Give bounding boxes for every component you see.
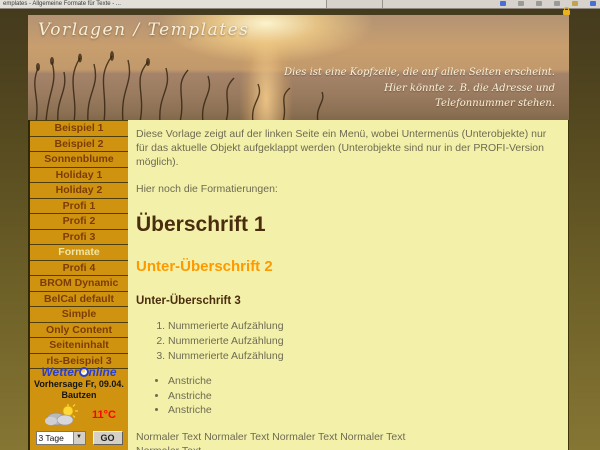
site-title: Vorlagen / Templates	[38, 20, 249, 40]
select-value: 3 Tage	[37, 432, 73, 444]
browser-separator	[382, 0, 383, 8]
browser-toolbar-icons	[500, 1, 596, 6]
go-button[interactable]: GO	[93, 431, 123, 445]
print-icon[interactable]	[536, 1, 542, 6]
list-item: Nummerierte Aufzählung	[168, 320, 556, 334]
weather-widget: Wetter nline Vorhersage Fr, 09.04. Bautze…	[30, 366, 128, 445]
favorites-icon[interactable]	[500, 1, 506, 6]
header-note: Dies ist eine Kopfzeile, die auf allen S…	[284, 65, 555, 112]
padlock-icon	[563, 10, 570, 15]
header-note-line: Hier könnte z. B. die Adresse und	[284, 81, 555, 97]
sidebar-item-holiday-1[interactable]: Holiday 1	[30, 167, 128, 183]
sidebar-item-belcal-default[interactable]: BelCal default	[30, 291, 128, 307]
globe-icon	[79, 367, 89, 377]
numbered-list: Nummerierte Aufzählung Nummerierte Aufzä…	[136, 320, 556, 364]
sidebar-item-seiteninhalt[interactable]: Seiteninhalt	[30, 337, 128, 353]
normal-text-line: Normaler Text Normaler Text Normaler Tex…	[136, 431, 556, 445]
sidebar-item-holiday-2[interactable]: Holiday 2	[30, 182, 128, 198]
intro-paragraph: Diese Vorlage zeigt auf der linken Seite…	[136, 128, 556, 170]
heading-2: Unter-Überschrift 2	[136, 257, 556, 277]
normal-text-line: Normaler Text	[136, 445, 556, 450]
sidebar-item-profi-4[interactable]: Profi 4	[30, 260, 128, 276]
browser-tab[interactable]: emplates - Allgemeine Formate für Texte …	[0, 0, 327, 8]
sidebar-item-profi-2[interactable]: Profi 2	[30, 213, 128, 229]
sidebar-item-beispiel-1[interactable]: Beispiel 1	[30, 120, 128, 136]
temperature-value: 11°C	[92, 409, 116, 421]
main-content: Diese Vorlage zeigt auf der linken Seite…	[128, 120, 569, 450]
feed-icon[interactable]	[518, 1, 524, 6]
cloud-sun-icon	[42, 404, 80, 426]
tools-icon[interactable]	[572, 1, 578, 6]
forecast-range-select[interactable]: 3 Tage ▼	[36, 431, 86, 445]
sidebar-item-formate[interactable]: Formate	[30, 244, 128, 260]
website-page: Vorlagen / Templates Dies ist eine Kopfz…	[28, 15, 569, 450]
sidebar-menu: Beispiel 1 Beispiel 2 Sonnenblume Holida…	[30, 120, 128, 369]
formats-label: Hier noch die Formatierungen:	[136, 183, 556, 197]
header-note-line: Telefonnummer stehen.	[284, 96, 555, 112]
logo-text-wetter: Wetter	[41, 365, 78, 379]
sidebar: Beispiel 1 Beispiel 2 Sonnenblume Holida…	[28, 120, 128, 450]
chevron-down-icon[interactable]: ▼	[73, 432, 85, 444]
help-icon[interactable]	[590, 1, 596, 6]
sidebar-item-simple[interactable]: Simple	[30, 306, 128, 322]
header-note-line: Dies ist eine Kopfzeile, die auf allen S…	[284, 65, 555, 81]
heading-1: Überschrift 1	[136, 211, 556, 239]
forecast-date: Vorhersage Fr, 09.04.	[30, 379, 128, 391]
list-item: Anstriche	[168, 390, 556, 404]
wetteronline-logo[interactable]: Wetter nline	[30, 366, 128, 379]
sidebar-item-beispiel-2[interactable]: Beispiel 2	[30, 136, 128, 152]
page-icon[interactable]	[554, 1, 560, 6]
logo-text-online: nline	[89, 365, 117, 379]
sidebar-item-brom-dynamic[interactable]: BROM Dynamic	[30, 275, 128, 291]
list-item: Anstriche	[168, 404, 556, 418]
forecast-city: Bautzen	[30, 390, 128, 402]
list-item: Anstriche	[168, 375, 556, 389]
sidebar-item-sonnenblume[interactable]: Sonnenblume	[30, 151, 128, 167]
list-item: Nummerierte Aufzählung	[168, 335, 556, 349]
heading-3: Unter-Überschrift 3	[136, 294, 556, 309]
normal-text-paragraph: Normaler Text Normaler Text Normaler Tex…	[136, 431, 556, 450]
list-item: Nummerierte Aufzählung	[168, 350, 556, 364]
sidebar-item-only-content[interactable]: Only Content	[30, 322, 128, 338]
sidebar-item-profi-3[interactable]: Profi 3	[30, 229, 128, 245]
header-sunset-image: Vorlagen / Templates Dies ist eine Kopfz…	[28, 15, 569, 120]
sidebar-item-profi-1[interactable]: Profi 1	[30, 198, 128, 214]
browser-titlebar: emplates - Allgemeine Formate für Texte …	[0, 0, 600, 9]
bullet-list: Anstriche Anstriche Anstriche	[136, 375, 556, 419]
